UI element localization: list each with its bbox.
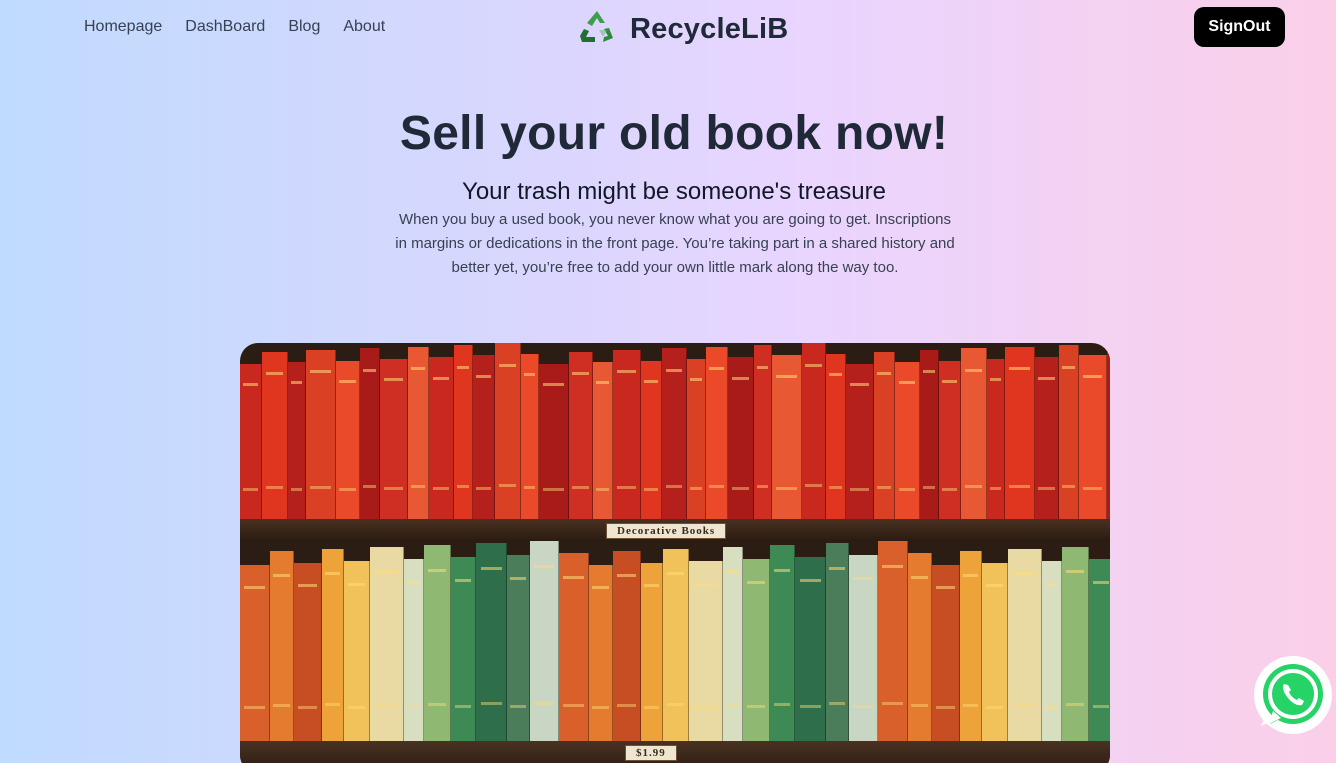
- book-spine: [982, 563, 1008, 741]
- book-spine: [360, 348, 380, 519]
- top-shelf-books: [240, 343, 1110, 519]
- signout-button[interactable]: SignOut: [1194, 7, 1285, 47]
- book-spine: [662, 348, 687, 519]
- book-spine: [961, 348, 987, 519]
- book-spine: [770, 545, 795, 741]
- book-spine: [1059, 344, 1079, 519]
- recycle-icon: [578, 8, 616, 51]
- book-spine: [895, 362, 920, 519]
- hero-title: Sell your old book now!: [399, 107, 949, 160]
- book-spine: [240, 364, 262, 519]
- book-spine: [530, 541, 559, 741]
- book-spine: [380, 358, 408, 519]
- book-spine: [960, 551, 982, 741]
- nav-link-about[interactable]: About: [343, 18, 385, 36]
- shelf-label: Decorative Books: [606, 523, 727, 539]
- nav-link-blog[interactable]: Blog: [288, 18, 320, 36]
- book-spine: [322, 549, 344, 741]
- book-spine: [846, 364, 874, 519]
- bookshelf-image: Decorative Books $1.99: [240, 343, 1110, 763]
- book-spine: [288, 362, 306, 519]
- book-spine: [559, 553, 589, 741]
- brand-name: RecycleLiB: [630, 13, 789, 45]
- book-spine: [473, 355, 495, 519]
- book-spine: [932, 565, 960, 741]
- nav-link-dashboard[interactable]: DashBoard: [185, 18, 265, 36]
- book-spine: [294, 563, 322, 741]
- book-spine: [1008, 549, 1042, 741]
- book-spine: [687, 358, 706, 519]
- book-spine: [908, 553, 932, 741]
- whatsapp-icon[interactable]: [1252, 654, 1334, 736]
- book-spine: [1079, 355, 1107, 519]
- book-spine: [1089, 559, 1110, 741]
- book-spine: [539, 364, 569, 519]
- book-spine: [939, 360, 961, 519]
- book-spine: [569, 351, 593, 519]
- book-spine: [689, 561, 723, 741]
- book-spine: [613, 350, 641, 519]
- book-spine: [723, 547, 743, 741]
- book-spine: [476, 543, 507, 741]
- bottom-shelf-books: [240, 541, 1110, 741]
- book-spine: [270, 551, 294, 741]
- price-label: $1.99: [625, 745, 677, 761]
- book-spine: [663, 549, 689, 741]
- book-spine: [1042, 561, 1062, 741]
- book-spine: [454, 344, 473, 519]
- nav-link-homepage[interactable]: Homepage: [84, 18, 162, 36]
- top-navbar: Homepage DashBoard Blog About RecycleLiB…: [0, 0, 1336, 56]
- book-spine: [878, 541, 908, 741]
- book-spine: [336, 360, 360, 519]
- book-spine: [521, 353, 539, 519]
- nav-links: Homepage DashBoard Blog About: [84, 18, 385, 36]
- book-spine: [404, 559, 424, 741]
- book-spine: [802, 343, 826, 519]
- book-spine: [641, 563, 663, 741]
- book-spine: [826, 353, 846, 519]
- book-spine: [987, 358, 1005, 519]
- hero-subtitle: Your trash might be someone's treasure: [462, 178, 886, 205]
- book-spine: [743, 559, 770, 741]
- book-spine: [728, 357, 754, 519]
- book-spine: [641, 360, 662, 519]
- book-spine: [1035, 357, 1059, 519]
- book-spine: [424, 545, 451, 741]
- book-spine: [874, 351, 895, 519]
- book-spine: [1005, 346, 1035, 519]
- book-spine: [408, 346, 429, 519]
- book-spine: [795, 557, 826, 741]
- book-spine: [344, 561, 370, 741]
- book-spine: [920, 350, 939, 519]
- book-spine: [306, 350, 336, 519]
- book-spine: [370, 547, 404, 741]
- book-spine: [772, 355, 802, 519]
- book-spine: [451, 557, 476, 741]
- book-spine: [240, 565, 270, 741]
- book-spine: [754, 344, 772, 519]
- brand[interactable]: RecycleLiB: [578, 8, 788, 51]
- book-spine: [429, 357, 454, 519]
- book-spine: [826, 543, 849, 741]
- book-spine: [262, 351, 288, 519]
- book-spine: [1107, 343, 1110, 519]
- book-spine: [613, 551, 641, 741]
- book-spine: [495, 343, 521, 519]
- book-spine: [1062, 547, 1089, 741]
- book-spine: [593, 362, 613, 519]
- hero-description: When you buy a used book, you never know…: [395, 211, 955, 276]
- book-spine: [589, 565, 613, 741]
- book-spine: [507, 555, 530, 741]
- book-spine: [849, 555, 878, 741]
- book-spine: [706, 346, 728, 519]
